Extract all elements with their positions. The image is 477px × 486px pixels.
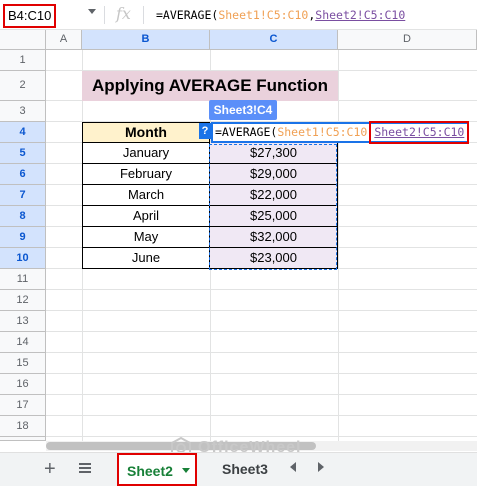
all-sheets-icon[interactable] bbox=[79, 463, 91, 473]
row-header[interactable]: 7 bbox=[0, 185, 46, 206]
add-sheet-button[interactable]: + bbox=[44, 459, 56, 479]
row-header[interactable]: 16 bbox=[0, 374, 46, 395]
sheet-tab-label: Sheet2 bbox=[127, 463, 173, 479]
sheet-tab-sheet3[interactable]: Sheet3 bbox=[214, 453, 274, 486]
row-header[interactable]: 18 bbox=[0, 416, 46, 437]
formula-input[interactable]: =AVERAGE(Sheet1!C5:C10,Sheet2!C5:C10 bbox=[156, 8, 405, 22]
editor-prefix: =AVERAGE( bbox=[215, 125, 278, 139]
formula-bar-divider bbox=[143, 6, 144, 24]
title-cell[interactable]: Applying AVERAGE Function bbox=[82, 71, 338, 101]
column-header-b[interactable]: B bbox=[82, 30, 210, 50]
value-cell[interactable]: $32,000 bbox=[209, 227, 338, 248]
formula-bar: B4:C10 fx =AVERAGE(Sheet1!C5:C10,Sheet2!… bbox=[0, 0, 477, 30]
chevron-down-icon[interactable] bbox=[182, 468, 190, 473]
month-cell[interactable]: May bbox=[82, 227, 210, 248]
formula-ref-2: Sheet2!C5:C10 bbox=[315, 8, 406, 22]
value-cell[interactable]: $29,000 bbox=[209, 164, 338, 185]
row-header[interactable]: 1 bbox=[0, 50, 46, 71]
column-header-a[interactable]: A bbox=[46, 30, 82, 50]
row-header[interactable]: 10 bbox=[0, 248, 46, 269]
editor-ref-2: Sheet2!C5:C10 bbox=[374, 125, 465, 139]
value-cell[interactable]: $27,300 bbox=[209, 143, 338, 164]
month-cell[interactable]: June bbox=[82, 248, 210, 269]
row-header[interactable]: 12 bbox=[0, 290, 46, 311]
column-header-c[interactable]: C bbox=[210, 30, 338, 50]
value-cell[interactable]: $22,000 bbox=[209, 185, 338, 206]
row-header[interactable]: 17 bbox=[0, 395, 46, 416]
name-box[interactable]: B4:C10 bbox=[3, 4, 56, 28]
sheet-tab-sheet2[interactable]: Sheet2 bbox=[117, 453, 197, 486]
editor-ref-1: Sheet1!C5:C10 bbox=[277, 125, 368, 139]
cell-reference-tag: Sheet3!C4 bbox=[209, 100, 277, 120]
month-cell[interactable]: January bbox=[82, 143, 210, 164]
row-header[interactable] bbox=[0, 437, 46, 441]
sheet-tab-label: Sheet3 bbox=[222, 461, 268, 477]
month-cell[interactable]: February bbox=[82, 164, 210, 185]
chevron-down-icon[interactable] bbox=[88, 9, 96, 14]
row-header[interactable]: 9 bbox=[0, 227, 46, 248]
select-all-corner[interactable] bbox=[0, 30, 46, 50]
table-header-month[interactable]: Month bbox=[82, 122, 210, 143]
row-header[interactable]: 8 bbox=[0, 206, 46, 227]
formula-help-icon[interactable]: ? bbox=[199, 123, 211, 139]
month-cell[interactable]: April bbox=[82, 206, 210, 227]
row-header[interactable]: 15 bbox=[0, 353, 46, 374]
row-header[interactable]: 14 bbox=[0, 332, 46, 353]
fx-icon: fx bbox=[116, 4, 131, 23]
row-header[interactable]: 6 bbox=[0, 164, 46, 185]
month-cell[interactable]: March bbox=[82, 185, 210, 206]
formula-ref-1: Sheet1!C5:C10 bbox=[218, 8, 309, 22]
row-header[interactable]: 2 bbox=[0, 71, 46, 101]
row-header[interactable]: 3 bbox=[0, 101, 46, 122]
formula-prefix: =AVERAGE( bbox=[156, 8, 219, 22]
sheet-tab-bar: + Sheet2 Sheet3 bbox=[0, 452, 477, 486]
chevron-right-icon[interactable] bbox=[318, 462, 324, 472]
value-cell[interactable]: $23,000 bbox=[209, 248, 338, 269]
chevron-left-icon[interactable] bbox=[290, 462, 296, 472]
column-header-d[interactable]: D bbox=[338, 30, 477, 50]
formula-bar-divider bbox=[104, 6, 105, 24]
cell-editor[interactable]: =AVERAGE(Sheet1!C5:C10 Sheet2!C5:C10 bbox=[211, 122, 469, 143]
row-header[interactable]: 4 bbox=[0, 122, 46, 143]
value-cell[interactable]: $25,000 bbox=[209, 206, 338, 227]
row-header[interactable]: 5 bbox=[0, 143, 46, 164]
row-header[interactable]: 13 bbox=[0, 311, 46, 332]
row-header[interactable]: 11 bbox=[0, 269, 46, 290]
